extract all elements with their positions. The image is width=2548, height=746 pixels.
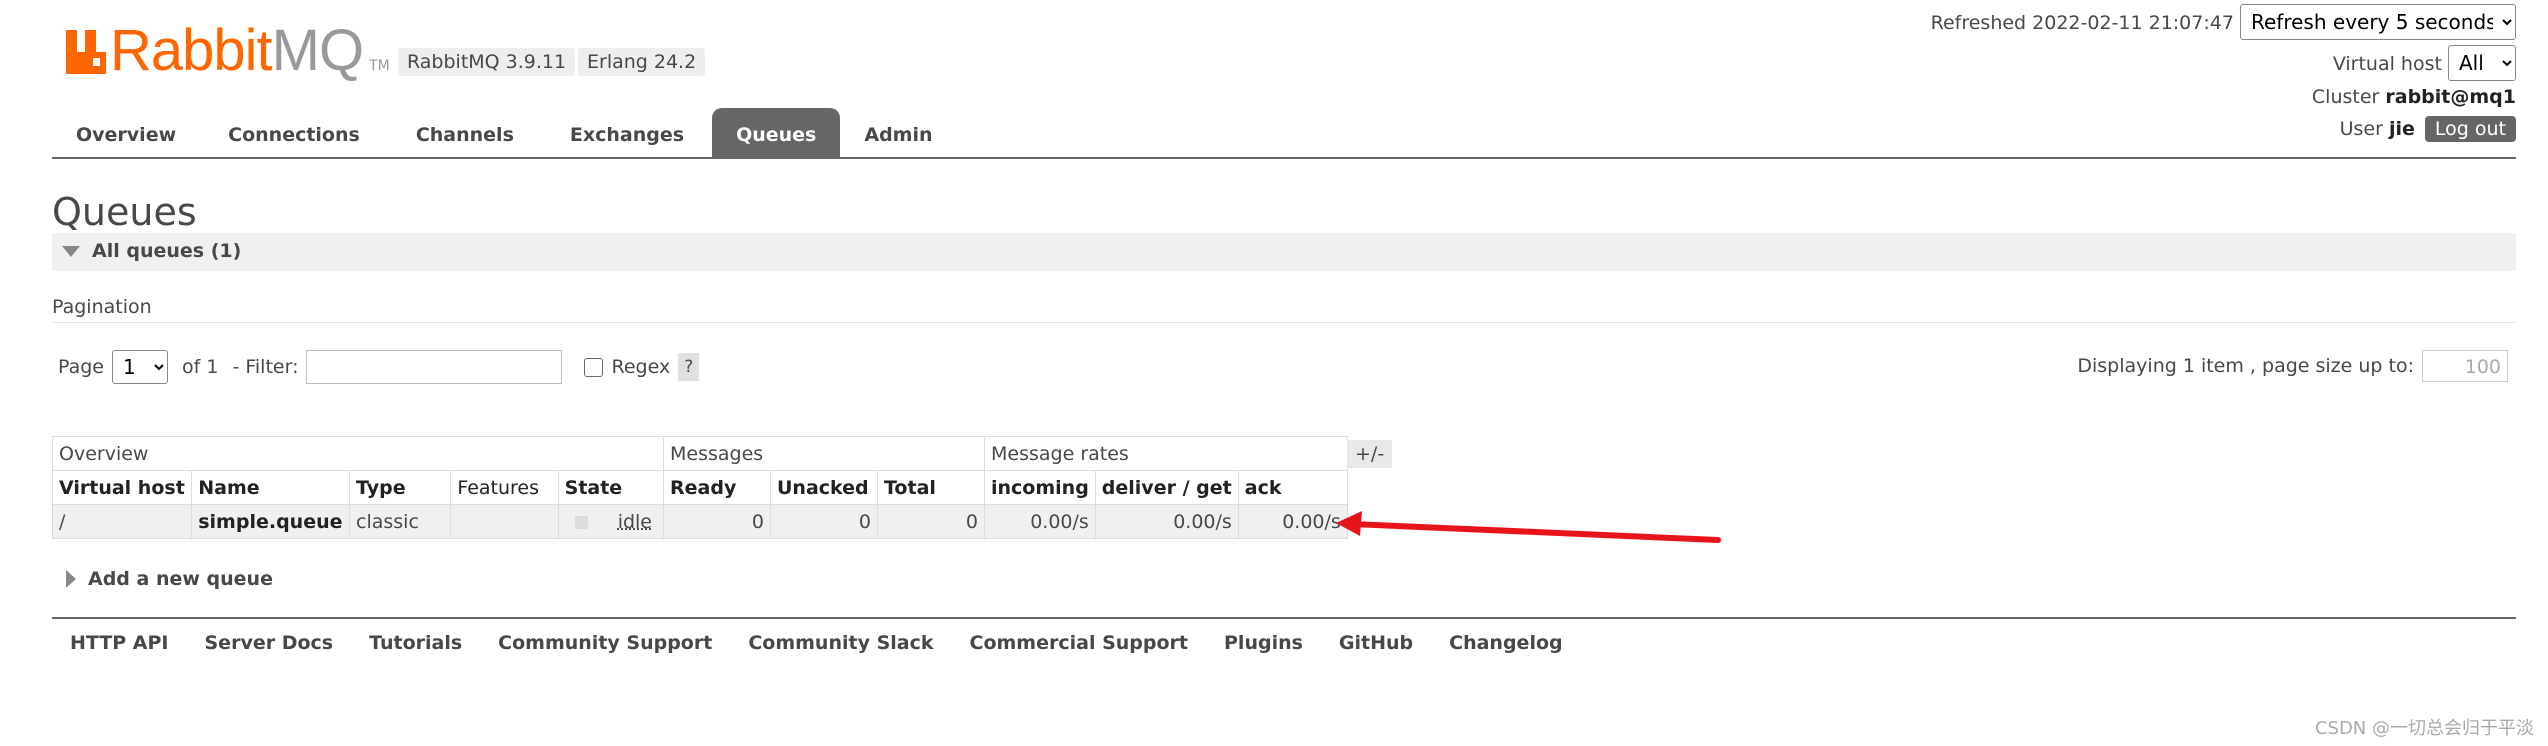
- nav-divider: [52, 157, 2516, 159]
- filter-row: Page 1 of 1 - Filter: Regex ?: [58, 350, 700, 384]
- page-count-label: of 1: [182, 356, 219, 378]
- logout-button[interactable]: Log out: [2424, 116, 2516, 142]
- cell-state: idle: [557, 504, 665, 539]
- regex-label: Regex: [611, 356, 671, 378]
- page-size-input[interactable]: 100: [2422, 350, 2508, 382]
- vhost-label: Virtual host: [2332, 53, 2442, 75]
- main-nav: Overview Connections Channels Exchanges …: [52, 108, 957, 158]
- col-state[interactable]: State: [557, 470, 665, 505]
- table-row: / simple.queue classic idle 0 0 0 0.00/s…: [51, 504, 1348, 539]
- add-new-queue-label: Add a new queue: [88, 568, 273, 590]
- tab-admin[interactable]: Admin: [840, 108, 956, 158]
- user-label: User: [2339, 118, 2383, 140]
- user-name: jie: [2388, 118, 2415, 140]
- footer-link-http-api[interactable]: HTTP API: [52, 628, 187, 658]
- footer-divider: [52, 617, 2516, 619]
- section-bar: [52, 233, 2516, 271]
- regex-help-button[interactable]: ?: [678, 353, 700, 381]
- tab-overview[interactable]: Overview: [52, 108, 200, 158]
- rabbitmq-logo: RabbitMQ TM: [66, 20, 390, 80]
- rabbitmq-version-badge: RabbitMQ 3.9.11: [398, 48, 576, 76]
- filter-input[interactable]: [306, 350, 563, 384]
- logo-text: RabbitMQ: [110, 18, 364, 83]
- group-messages: Messages: [663, 436, 985, 471]
- footer-links: HTTP API Server Docs Tutorials Community…: [52, 628, 1581, 658]
- erlang-version-badge: Erlang 24.2: [578, 48, 706, 76]
- cluster-row: Cluster rabbit@mq1: [2312, 86, 2516, 108]
- pagination-label: Pagination: [52, 296, 152, 318]
- refresh-row: Refreshed 2022-02-11 21:07:47 Refresh ev…: [1931, 4, 2516, 40]
- filter-label: - Filter:: [232, 356, 299, 378]
- cell-type: classic: [348, 504, 452, 539]
- cell-vhost: /: [51, 504, 193, 539]
- col-total[interactable]: Total: [877, 470, 985, 505]
- refreshed-label: Refreshed 2022-02-11 21:07:47: [1930, 12, 2234, 34]
- col-ack[interactable]: ack: [1237, 470, 1348, 505]
- cell-ack: 0.00/s: [1237, 504, 1348, 539]
- queues-table: Overview Messages Message rates Virtual …: [51, 436, 1348, 539]
- col-deliver-get[interactable]: deliver / get: [1094, 470, 1239, 505]
- col-ready[interactable]: Ready: [663, 470, 771, 505]
- cluster-label: Cluster: [2311, 86, 2380, 108]
- vhost-select[interactable]: All: [2448, 45, 2516, 81]
- cell-total: 0: [877, 504, 985, 539]
- footer-link-server-docs[interactable]: Server Docs: [187, 628, 352, 658]
- user-row: User jie Log out: [2340, 116, 2516, 142]
- regex-checkbox[interactable]: [584, 357, 604, 377]
- col-features[interactable]: Features: [450, 470, 559, 505]
- col-name[interactable]: Name: [191, 470, 350, 505]
- cell-queue-name[interactable]: simple.queue: [191, 504, 350, 539]
- logo-tm: TM: [369, 58, 390, 74]
- add-new-queue-toggle[interactable]: Add a new queue: [66, 568, 273, 590]
- col-unacked[interactable]: Unacked: [770, 470, 878, 505]
- col-incoming[interactable]: incoming: [984, 470, 1096, 505]
- tab-queues[interactable]: Queues: [712, 108, 841, 158]
- tab-channels[interactable]: Channels: [388, 108, 542, 158]
- footer-link-community-support[interactable]: Community Support: [480, 628, 730, 658]
- all-queues-toggle[interactable]: All queues (1): [62, 240, 241, 262]
- footer-link-tutorials[interactable]: Tutorials: [351, 628, 480, 658]
- watermark: CSDN @一切总会归于平淡: [2314, 718, 2534, 739]
- rabbit-logo-icon: [66, 30, 106, 74]
- collapse-triangle-icon: [62, 245, 80, 257]
- tab-connections[interactable]: Connections: [200, 108, 388, 158]
- vhost-row: Virtual host All: [2333, 45, 2516, 81]
- group-message-rates: Message rates: [984, 436, 1348, 471]
- state-label: idle: [617, 510, 652, 533]
- cell-ready: 0: [663, 504, 771, 539]
- page-size-row: Displaying 1 item , page size up to: 100: [2077, 350, 2508, 382]
- all-queues-label: All queues (1): [92, 240, 242, 262]
- col-type[interactable]: Type: [348, 470, 452, 505]
- pagination-divider: [52, 322, 2516, 323]
- footer-link-github[interactable]: GitHub: [1321, 628, 1431, 658]
- cluster-name: rabbit@mq1: [2385, 86, 2516, 108]
- footer-link-community-slack[interactable]: Community Slack: [730, 628, 951, 658]
- group-overview: Overview: [52, 436, 664, 471]
- cell-incoming: 0.00/s: [984, 504, 1096, 539]
- page-label: Page: [58, 356, 104, 378]
- cell-unacked: 0: [770, 504, 878, 539]
- page-select[interactable]: 1: [112, 350, 168, 384]
- state-indicator-icon: [574, 515, 588, 529]
- footer-link-plugins[interactable]: Plugins: [1206, 628, 1321, 658]
- page-title: Queues: [52, 190, 197, 234]
- col-virtual-host[interactable]: Virtual host: [51, 470, 193, 505]
- expand-triangle-icon: [66, 570, 76, 588]
- footer-link-commercial-support[interactable]: Commercial Support: [952, 628, 1207, 658]
- cell-deliver-get: 0.00/s: [1094, 504, 1239, 539]
- tab-exchanges[interactable]: Exchanges: [542, 108, 712, 158]
- cell-features: [450, 504, 559, 539]
- footer-link-changelog[interactable]: Changelog: [1431, 628, 1580, 658]
- columns-toggle-button[interactable]: +/-: [1347, 440, 1393, 468]
- refresh-interval-select[interactable]: Refresh every 5 seconds: [2240, 4, 2516, 40]
- displaying-label: Displaying 1 item , page size up to:: [2077, 355, 2414, 377]
